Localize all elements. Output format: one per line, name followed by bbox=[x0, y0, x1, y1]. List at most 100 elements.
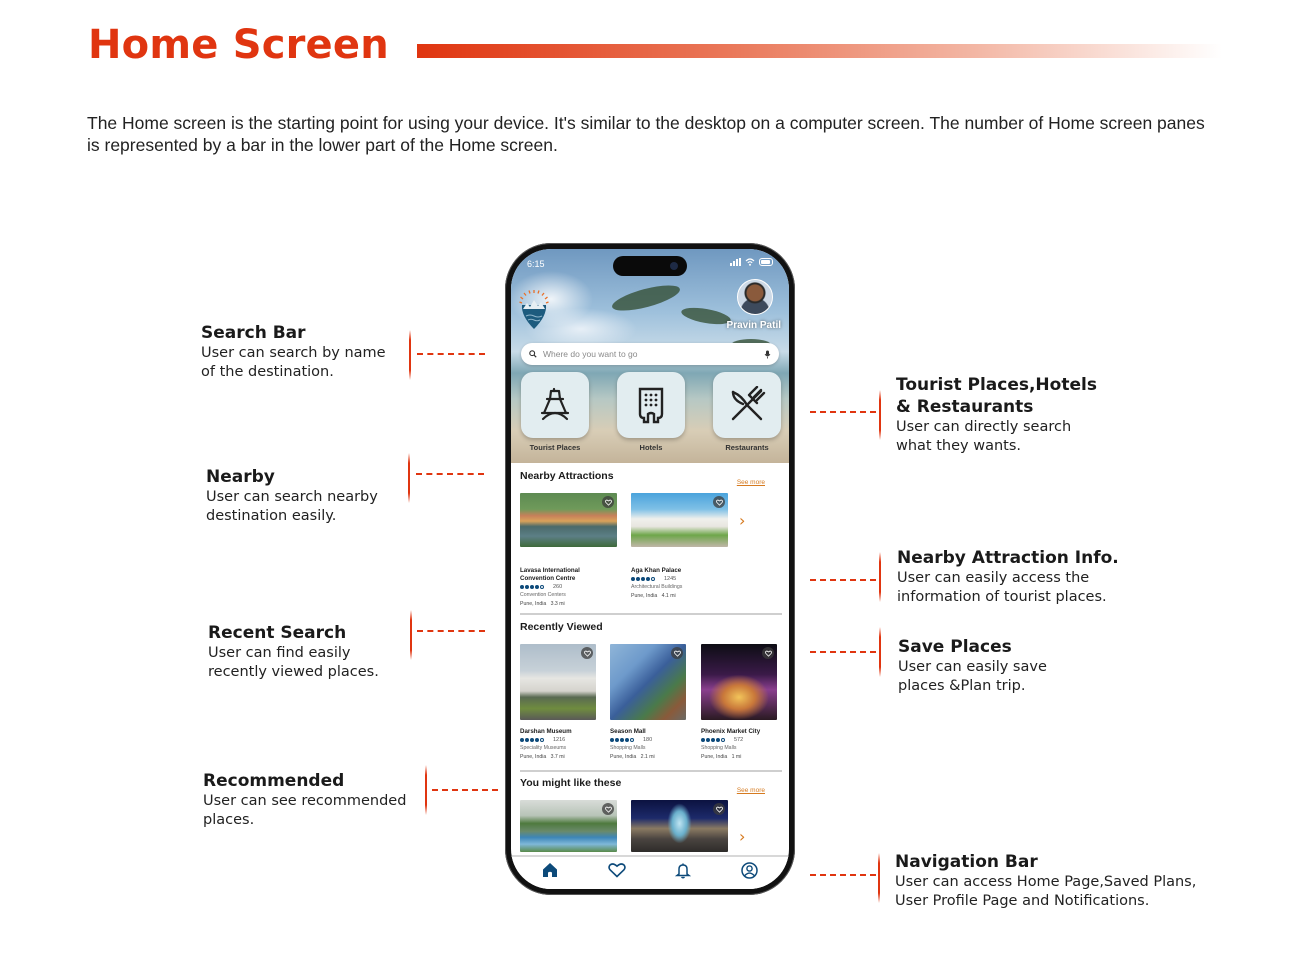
nav-notifications[interactable] bbox=[671, 859, 695, 881]
camera-icon bbox=[670, 262, 678, 270]
rating-dot-filled bbox=[716, 738, 720, 742]
save-heart-button[interactable] bbox=[581, 647, 593, 659]
annotation-nearby: Nearby User can search nearby destinatio… bbox=[206, 466, 378, 526]
intro-text: The Home screen is the starting point fo… bbox=[87, 113, 1205, 155]
category-restaurants[interactable]: Restaurants bbox=[713, 372, 781, 452]
heart-icon bbox=[764, 650, 772, 657]
review-count: 1216 bbox=[553, 737, 566, 743]
place-category: Speciality Museums bbox=[520, 745, 567, 751]
annotation-connector bbox=[416, 473, 484, 475]
rating-dot-filled bbox=[525, 585, 529, 589]
annotation-title: Search Bar bbox=[201, 323, 306, 343]
dynamic-island bbox=[613, 256, 687, 276]
rating-dot-filled bbox=[625, 738, 629, 742]
search-bar[interactable]: Where do you want to go bbox=[521, 343, 779, 365]
recent-card[interactable]: Phoenix Market City 572 Shopping Malls P… bbox=[701, 644, 777, 762]
review-count: 572 bbox=[734, 737, 744, 743]
rating-dots: 1216 bbox=[520, 736, 596, 744]
rating-dots: 572 bbox=[701, 736, 777, 744]
attraction-category: Convention Centers bbox=[520, 592, 566, 598]
section-divider bbox=[520, 770, 782, 772]
category-tourist-places[interactable]: Tourist Places bbox=[521, 372, 589, 452]
recent-card[interactable]: Season Mall 180 Shopping Malls Pune, Ind… bbox=[610, 644, 686, 762]
annotation-divider bbox=[878, 853, 880, 903]
rating-dot-filled bbox=[520, 585, 524, 589]
heart-icon bbox=[715, 806, 723, 813]
chevron-right-icon[interactable]: › bbox=[739, 511, 745, 530]
save-heart-button[interactable] bbox=[671, 647, 683, 659]
annotation-desc: User can easily access the information o… bbox=[897, 570, 1107, 605]
annotation-desc: User can search by name of the destinati… bbox=[201, 345, 386, 380]
category-tile[interactable] bbox=[521, 372, 589, 438]
save-heart-button[interactable] bbox=[713, 803, 725, 815]
save-heart-button[interactable] bbox=[762, 647, 774, 659]
save-heart-button[interactable] bbox=[602, 803, 614, 815]
distance-text: 2.1 mi bbox=[640, 754, 655, 760]
category-label: Hotels bbox=[639, 443, 663, 452]
phone-mockup: 6:15 Pravin Patil Where do you want to g… bbox=[505, 243, 795, 895]
place-location: Pune, India 1 mi bbox=[701, 753, 777, 762]
chevron-right-icon[interactable]: › bbox=[739, 827, 745, 846]
user-name: Pravin Patil bbox=[726, 320, 781, 331]
nav-profile[interactable] bbox=[738, 859, 762, 881]
annotation-connector bbox=[417, 353, 485, 355]
distance-text: 4.1 mi bbox=[661, 593, 676, 599]
heart-icon bbox=[608, 863, 626, 878]
annotation-save-places: Save Places User can easily save places … bbox=[898, 636, 1047, 696]
attraction-card[interactable]: Aga Khan Palace 1245 Architectural Build… bbox=[631, 493, 728, 601]
category-label: Tourist Places bbox=[529, 443, 581, 452]
recommended-card[interactable] bbox=[631, 800, 728, 852]
location-text: Pune, India bbox=[520, 601, 547, 607]
heart-icon bbox=[583, 650, 591, 657]
attraction-category: Architectural Buildings bbox=[631, 584, 683, 590]
phone-screen: 6:15 Pravin Patil Where do you want to g… bbox=[511, 249, 789, 889]
category-buttons: Tourist Places Hotels Restaurants bbox=[521, 372, 781, 452]
see-more-link[interactable]: See more bbox=[737, 787, 765, 794]
nav-saved[interactable] bbox=[605, 859, 629, 881]
review-count: 1245 bbox=[664, 576, 677, 582]
heart-icon bbox=[604, 806, 612, 813]
annotation-title: Recommended bbox=[203, 771, 345, 791]
category-hotels[interactable]: Hotels bbox=[617, 372, 685, 452]
recommended-card[interactable] bbox=[520, 800, 617, 852]
category-tile[interactable] bbox=[617, 372, 685, 438]
location-text: Pune, India bbox=[631, 593, 658, 599]
annotation-divider bbox=[408, 453, 410, 503]
home-icon bbox=[543, 863, 558, 877]
annotation-title: Navigation Bar bbox=[895, 852, 1038, 872]
annotation-categories: Tourist Places,Hotels & Restaurants User… bbox=[896, 374, 1097, 456]
place-category: Shopping Malls bbox=[701, 745, 737, 751]
category-label: Restaurants bbox=[725, 443, 769, 452]
recent-card[interactable]: Darshan Museum 1216 Speciality Museums P… bbox=[520, 644, 596, 762]
annotation-divider bbox=[409, 330, 411, 380]
rating-dots: 180 bbox=[610, 736, 686, 744]
nav-home[interactable] bbox=[538, 859, 562, 881]
category-tile[interactable] bbox=[713, 372, 781, 438]
rating-dots: 1245 bbox=[631, 575, 728, 583]
attraction-card[interactable]: Lavasa International Convention Centre 2… bbox=[520, 493, 617, 609]
recommended-image bbox=[520, 800, 617, 852]
rating-dot-filled bbox=[610, 738, 614, 742]
search-input[interactable]: Where do you want to go bbox=[543, 349, 764, 359]
rating-dot-filled bbox=[636, 577, 640, 581]
review-count: 180 bbox=[643, 737, 653, 743]
save-heart-button[interactable] bbox=[713, 496, 725, 508]
distance-text: 3.3 mi bbox=[550, 601, 565, 607]
battery-icon bbox=[759, 258, 773, 266]
microphone-icon[interactable] bbox=[764, 350, 771, 359]
annotation-desc: User can see recommended places. bbox=[203, 793, 407, 828]
annotation-divider bbox=[879, 627, 881, 677]
rating-dot-empty bbox=[651, 577, 655, 581]
heart-icon bbox=[604, 499, 612, 506]
navigation-bar bbox=[511, 855, 789, 889]
annotation-connector bbox=[810, 651, 876, 653]
place-name: Darshan Museum bbox=[520, 728, 572, 735]
title-gradient-bar bbox=[417, 44, 1222, 58]
annotation-recommended: Recommended User can see recommended pla… bbox=[203, 770, 406, 830]
user-avatar[interactable] bbox=[737, 279, 773, 315]
save-heart-button[interactable] bbox=[602, 496, 614, 508]
see-more-link[interactable]: See more bbox=[737, 479, 765, 486]
recommended-image bbox=[631, 800, 728, 852]
annotation-connector bbox=[810, 874, 876, 876]
location-text: Pune, India bbox=[520, 754, 547, 760]
